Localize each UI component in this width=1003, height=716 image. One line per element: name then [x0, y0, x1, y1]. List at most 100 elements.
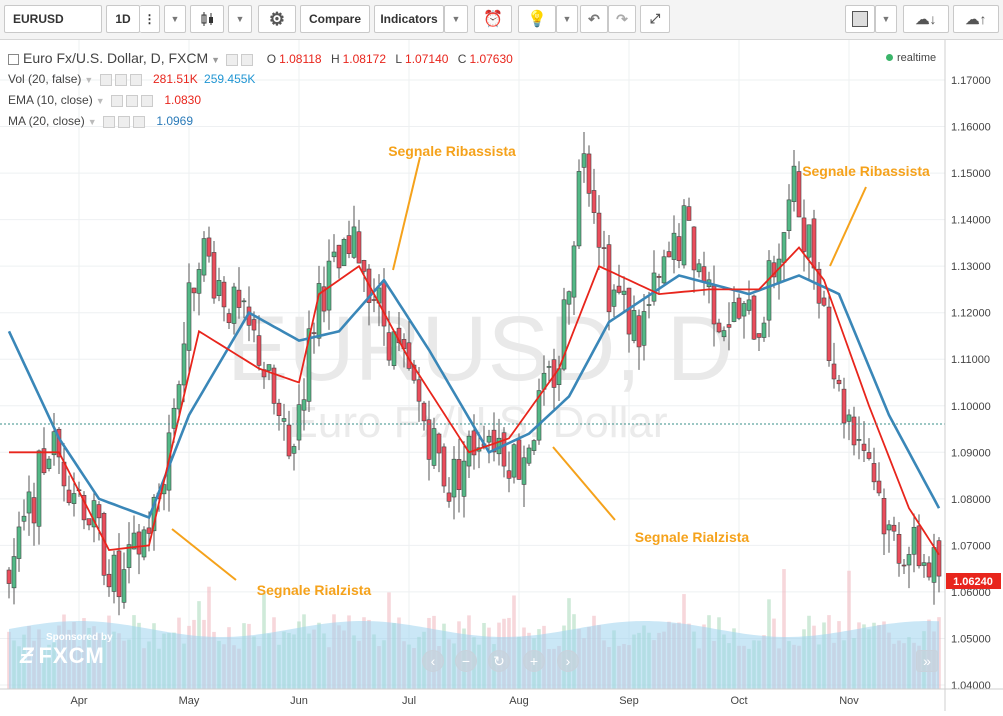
undo-icon: ↶ [588, 10, 600, 27]
gear-icon[interactable] [241, 53, 254, 66]
candle-body [811, 218, 817, 269]
chevron-down-icon[interactable]: ▼ [88, 117, 97, 127]
y-tick-label: 1.04000 [951, 680, 991, 692]
candle-body [221, 281, 227, 308]
load-layout-button[interactable]: ☁↓ [903, 5, 949, 33]
save-layout-button[interactable]: ☁↑ [953, 5, 999, 33]
candle-body [546, 366, 552, 368]
redo-button[interactable]: ↷ [608, 5, 636, 33]
candle-body [681, 205, 687, 266]
lightbulb-icon: 💡 [527, 11, 547, 28]
alert-button[interactable]: ⏰ [474, 5, 512, 33]
candle-body [171, 407, 177, 429]
y-tick-label: 1.11000 [951, 354, 990, 366]
plus-icon: + [529, 653, 539, 669]
zoom-out-button[interactable]: − [455, 650, 477, 672]
settings-button[interactable]: ⚙ [258, 5, 296, 33]
candle-body [591, 190, 597, 213]
scroll-right-button[interactable]: › [557, 650, 579, 672]
eye-icon[interactable] [226, 53, 239, 66]
candles-button[interactable] [190, 5, 224, 33]
candle-body [601, 247, 607, 249]
indicators-button[interactable]: Indicators [374, 5, 444, 33]
scroll-left-button[interactable]: ‹ [422, 650, 444, 672]
candle-body [236, 289, 242, 308]
interval-dropdown[interactable]: ⋮ [140, 5, 160, 33]
price-chart[interactable]: EURUSD, D Euro Fx/U.S. Dollar Segnale Ri… [0, 40, 1003, 711]
candle-body [26, 491, 32, 514]
candle-body [206, 237, 212, 257]
candle-body [886, 524, 892, 531]
candle-body [311, 332, 317, 334]
candle-body [391, 331, 397, 366]
chevron-down-icon[interactable]: ▼ [211, 55, 220, 65]
interval-button[interactable]: 1D [106, 5, 140, 33]
eye-icon[interactable] [102, 115, 115, 128]
eye-icon[interactable] [110, 94, 123, 107]
eye-icon[interactable] [99, 73, 112, 86]
zoom-in-button[interactable]: + [523, 650, 545, 672]
high-value: 1.08172 [342, 52, 387, 66]
fxcm-brand: FXCM [38, 643, 105, 668]
gear-icon: ⚙ [268, 8, 286, 29]
undo-button[interactable]: ↶ [580, 5, 608, 33]
candle-body [661, 256, 667, 284]
last-price-tag: 1.06240 [946, 573, 1001, 589]
candle-body [461, 460, 467, 497]
close-icon[interactable] [129, 73, 142, 86]
candle-body [16, 526, 22, 559]
chevron-down-icon[interactable]: ▼ [96, 96, 105, 106]
candle-body [931, 547, 937, 583]
sponsor-logo[interactable]: Sponsored by Ƶ FXCM [20, 632, 113, 669]
candle-body [636, 315, 642, 348]
candle-body [716, 322, 722, 333]
candle-body [216, 280, 222, 296]
candle-body [666, 251, 672, 258]
chevron-down-icon: ▼ [170, 14, 180, 24]
fullscreen-button[interactable]: ⤢ [640, 5, 670, 33]
gear-icon[interactable] [114, 73, 127, 86]
candle-body [821, 297, 827, 306]
candle-body [281, 418, 287, 422]
candles-dropdown[interactable]: ▼ [228, 5, 252, 33]
layout-dropdown[interactable]: ▼ [875, 5, 897, 33]
candle-body [111, 554, 117, 592]
open-label: O [266, 52, 277, 66]
close-icon[interactable] [140, 94, 153, 107]
candle-body [71, 493, 77, 504]
symbol-input[interactable]: EURUSD [4, 5, 102, 33]
candle-body [416, 379, 422, 402]
candle-body [291, 446, 297, 454]
y-tick-label: 1.13000 [951, 261, 991, 273]
collapse-icon[interactable] [8, 54, 19, 66]
candle-body [336, 244, 342, 269]
candle-body [191, 287, 197, 294]
candle-body [241, 300, 247, 303]
volume-value: 281.51K [152, 72, 198, 86]
indicators-dropdown[interactable]: ▼ [444, 5, 468, 33]
layout-button[interactable] [845, 5, 875, 33]
chevron-down-icon: ▼ [451, 14, 461, 24]
candle-body [176, 384, 182, 410]
candle-body [731, 302, 737, 322]
chart-type-dropdown[interactable]: ▼ [164, 5, 186, 33]
candle-body [361, 260, 367, 272]
candle-body [736, 297, 742, 319]
chart-area[interactable]: EURUSD, D Euro Fx/U.S. Dollar Segnale Ri… [0, 40, 1003, 711]
ideas-dropdown[interactable]: ▼ [556, 5, 578, 33]
chevron-down-icon[interactable]: ▼ [84, 75, 93, 85]
candle-body [641, 311, 647, 346]
candle-body [521, 457, 527, 485]
gear-icon[interactable] [117, 115, 130, 128]
reset-button[interactable]: ↻ [488, 650, 510, 672]
candle-body [456, 459, 462, 490]
candle-body [656, 276, 662, 278]
main-series-legend: Euro Fx/U.S. Dollar, D, FXCM ▼ O 1.08118 H… [8, 50, 513, 66]
x-tick-label: May [179, 695, 200, 707]
compare-button[interactable]: Compare [300, 5, 370, 33]
close-icon[interactable] [132, 115, 145, 128]
ideas-button[interactable]: 💡 [518, 5, 556, 33]
candle-body [596, 212, 602, 248]
scroll-to-realtime-button[interactable]: » [916, 650, 938, 672]
gear-icon[interactable] [125, 94, 138, 107]
